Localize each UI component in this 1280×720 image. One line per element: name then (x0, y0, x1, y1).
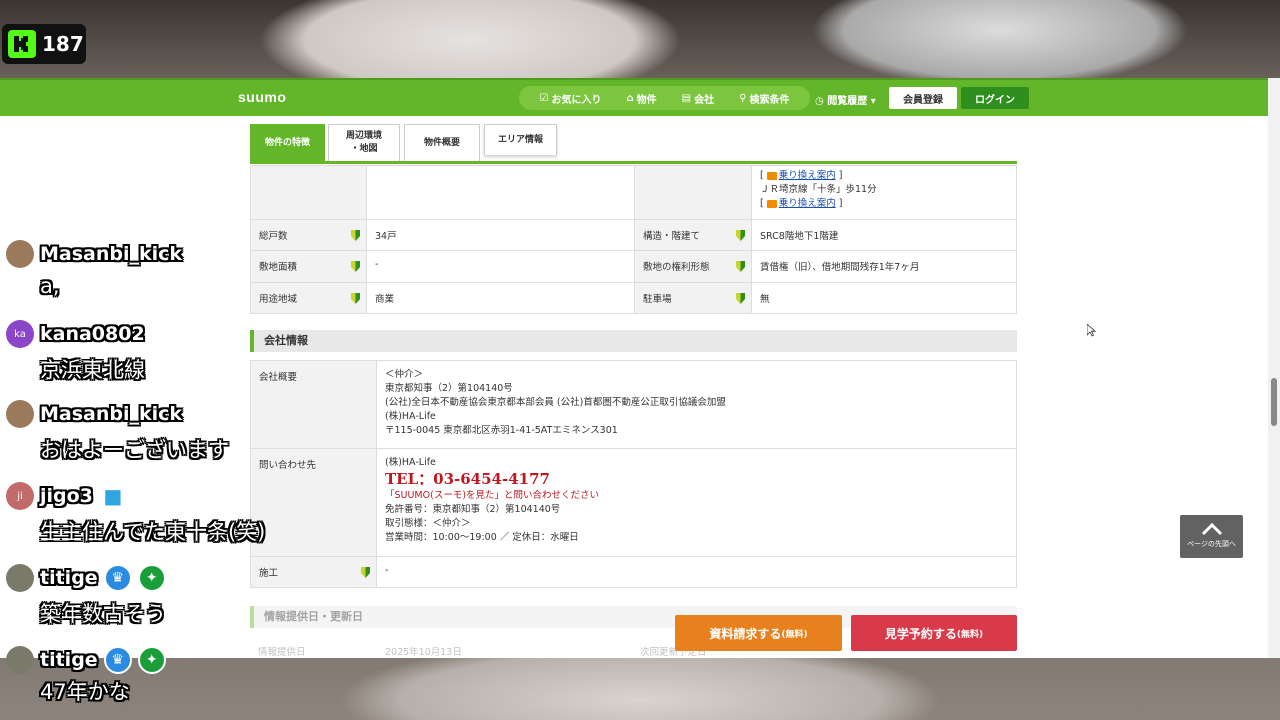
tab-features[interactable]: 物件の特徴 (250, 124, 325, 161)
chat-username: titige (40, 649, 98, 671)
shield-icon[interactable] (736, 230, 745, 241)
star-badge-icon: ✦ (137, 646, 166, 674)
avatar (6, 564, 34, 592)
chat-message: Masanbi_kick おはよーございます (6, 400, 336, 464)
nav-property[interactable]: ⌂ 物件 (626, 91, 656, 106)
company-overview: ＜仲介＞ 東京都知事（2）第104140号 (公社)全日本不動産協会東京都本部会… (385, 369, 726, 436)
history-dropdown[interactable]: ◷ 閲覧履歴 ▾ (815, 92, 876, 107)
building-icon: ▤ (681, 92, 692, 104)
nav-company[interactable]: ▤ 会社 (682, 91, 714, 106)
register-button[interactable]: 会員登録 (889, 87, 957, 109)
chat-message: ka kana0802 京浜東北線 (6, 320, 336, 384)
header-nav: ☑ お気に入り ⌂ 物件 ▤ 会社 ⚲ 検索条件 (519, 86, 810, 110)
clock-icon: ◷ (815, 96, 824, 107)
cube-badge-icon: ■ (103, 484, 123, 508)
crown-badge-icon: ♛ (103, 564, 132, 592)
shield-icon[interactable] (351, 293, 360, 304)
site-area: - (375, 259, 379, 270)
company-table: 会社概要 ＜仲介＞ 東京都知事（2）第104140号 (公社)全日本不動産協会東… (250, 360, 1017, 588)
suumo-logo[interactable]: suumo (238, 89, 286, 105)
contact-info: (株)HA-Life TEL：03-6454-4177 「SUUMO(スーモ)を… (377, 449, 1016, 553)
chat-message: titige ♛ ✦ 47年かな (6, 646, 336, 706)
info-date: 2025年10月13日 (385, 647, 462, 658)
chat-username: Masanbi_kick (40, 243, 183, 265)
chat-text: a, (40, 274, 60, 298)
chevron-up-icon (1201, 522, 1222, 536)
chat-text: おはよーございます (40, 438, 229, 462)
property-table: [ 乗り換え案内 ] ＪＲ埼京線「十条」歩11分 [ 乗り換え案内 ] 総戸数 … (250, 165, 1017, 314)
transfer-icon (766, 171, 777, 180)
chat-username: titige (40, 567, 98, 589)
request-documents-button[interactable]: 資料請求する (無料) (675, 615, 842, 651)
avatar: ji (6, 482, 34, 510)
shield-icon[interactable] (351, 261, 360, 272)
visit-reservation-button[interactable]: 見学予約する (無料) (851, 615, 1017, 651)
star-badge-icon: ✦ (137, 564, 166, 592)
station-access: ＪＲ埼京線「十条」歩11分 (760, 184, 877, 195)
viewer-count: 187 (42, 32, 84, 56)
scrollbar[interactable] (1268, 78, 1280, 658)
checkbox-icon: ☑ (539, 92, 549, 104)
shield-icon[interactable] (351, 230, 360, 241)
chat-text: 京浜東北線 (40, 358, 145, 382)
tab-surroundings[interactable]: 周辺環境 ・地図 (328, 124, 400, 161)
chat-text: 47年かな (40, 680, 130, 704)
mouse-cursor-icon (1087, 324, 1096, 337)
chat-username: kana0802 (40, 323, 145, 345)
login-button[interactable]: ログイン (961, 87, 1029, 109)
nav-search-conditions[interactable]: ⚲ 検索条件 (739, 91, 789, 106)
avatar (6, 240, 34, 268)
chat-text: 築年数古そう (40, 602, 166, 626)
chat-message: Masanbi_kick a, (6, 240, 336, 298)
structure: SRC8階地下1階建 (760, 231, 839, 242)
page-top-button[interactable]: ページの先頭へ (1180, 515, 1243, 558)
chevron-down-icon: ▾ (870, 96, 876, 107)
row-label: 構造・階建て (643, 231, 701, 242)
shield-icon[interactable] (361, 567, 370, 578)
land-rights: 賃借権（旧）、借地期間残存1年7ヶ月 (760, 262, 920, 273)
tab-bar: 物件の特徴 周辺環境 ・地図 物件概要 エリア情報 (250, 124, 1017, 164)
tab-area-info[interactable]: エリア情報 (484, 124, 557, 155)
scroll-thumb[interactable] (1271, 378, 1277, 426)
tab-overview[interactable]: 物件概要 (404, 124, 480, 161)
phone-number[interactable]: TEL：03-6454-4177 (385, 470, 1008, 489)
transfer-link[interactable]: 乗り換え案内 (779, 198, 836, 209)
avatar (6, 646, 34, 674)
parking: 無 (760, 294, 770, 305)
row-label: 駐車場 (643, 294, 672, 305)
chat-username: jigo3 (40, 485, 93, 507)
chat-message: ji jigo3 ■ 生主住んでた東十条(笑) (6, 482, 336, 546)
avatar: ka (6, 320, 34, 348)
transfer-link[interactable]: 乗り換え案内 (779, 170, 836, 181)
company-section-title: 会社情報 (250, 330, 1017, 352)
row-label: 敷地の権利形態 (643, 262, 710, 273)
avatar (6, 400, 34, 428)
builder: - (385, 565, 389, 576)
nav-favorites[interactable]: ☑ お気に入り (540, 91, 602, 106)
zoning: 商業 (375, 294, 395, 305)
crown-badge-icon: ♛ (103, 646, 132, 674)
total-units: 34戸 (375, 231, 397, 242)
chat-message: titige ♛ ✦ 築年数古そう (6, 564, 336, 628)
search-icon: ⚲ (739, 92, 747, 104)
chat-username: Masanbi_kick (40, 403, 183, 425)
shield-icon[interactable] (736, 261, 745, 272)
site-header: suumo ☑ お気に入り ⌂ 物件 ▤ 会社 ⚲ 検索条件 ◷ 閲覧履歴 ▾ 会員登録… (0, 78, 1280, 116)
transfer-icon (766, 199, 777, 208)
viewer-count-badge: 187 (2, 24, 86, 64)
house-icon: ⌂ (626, 92, 634, 104)
shield-icon[interactable] (736, 293, 745, 304)
kick-logo-icon (8, 30, 36, 58)
chat-text: 生主住んでた東十条(笑) (40, 520, 266, 544)
